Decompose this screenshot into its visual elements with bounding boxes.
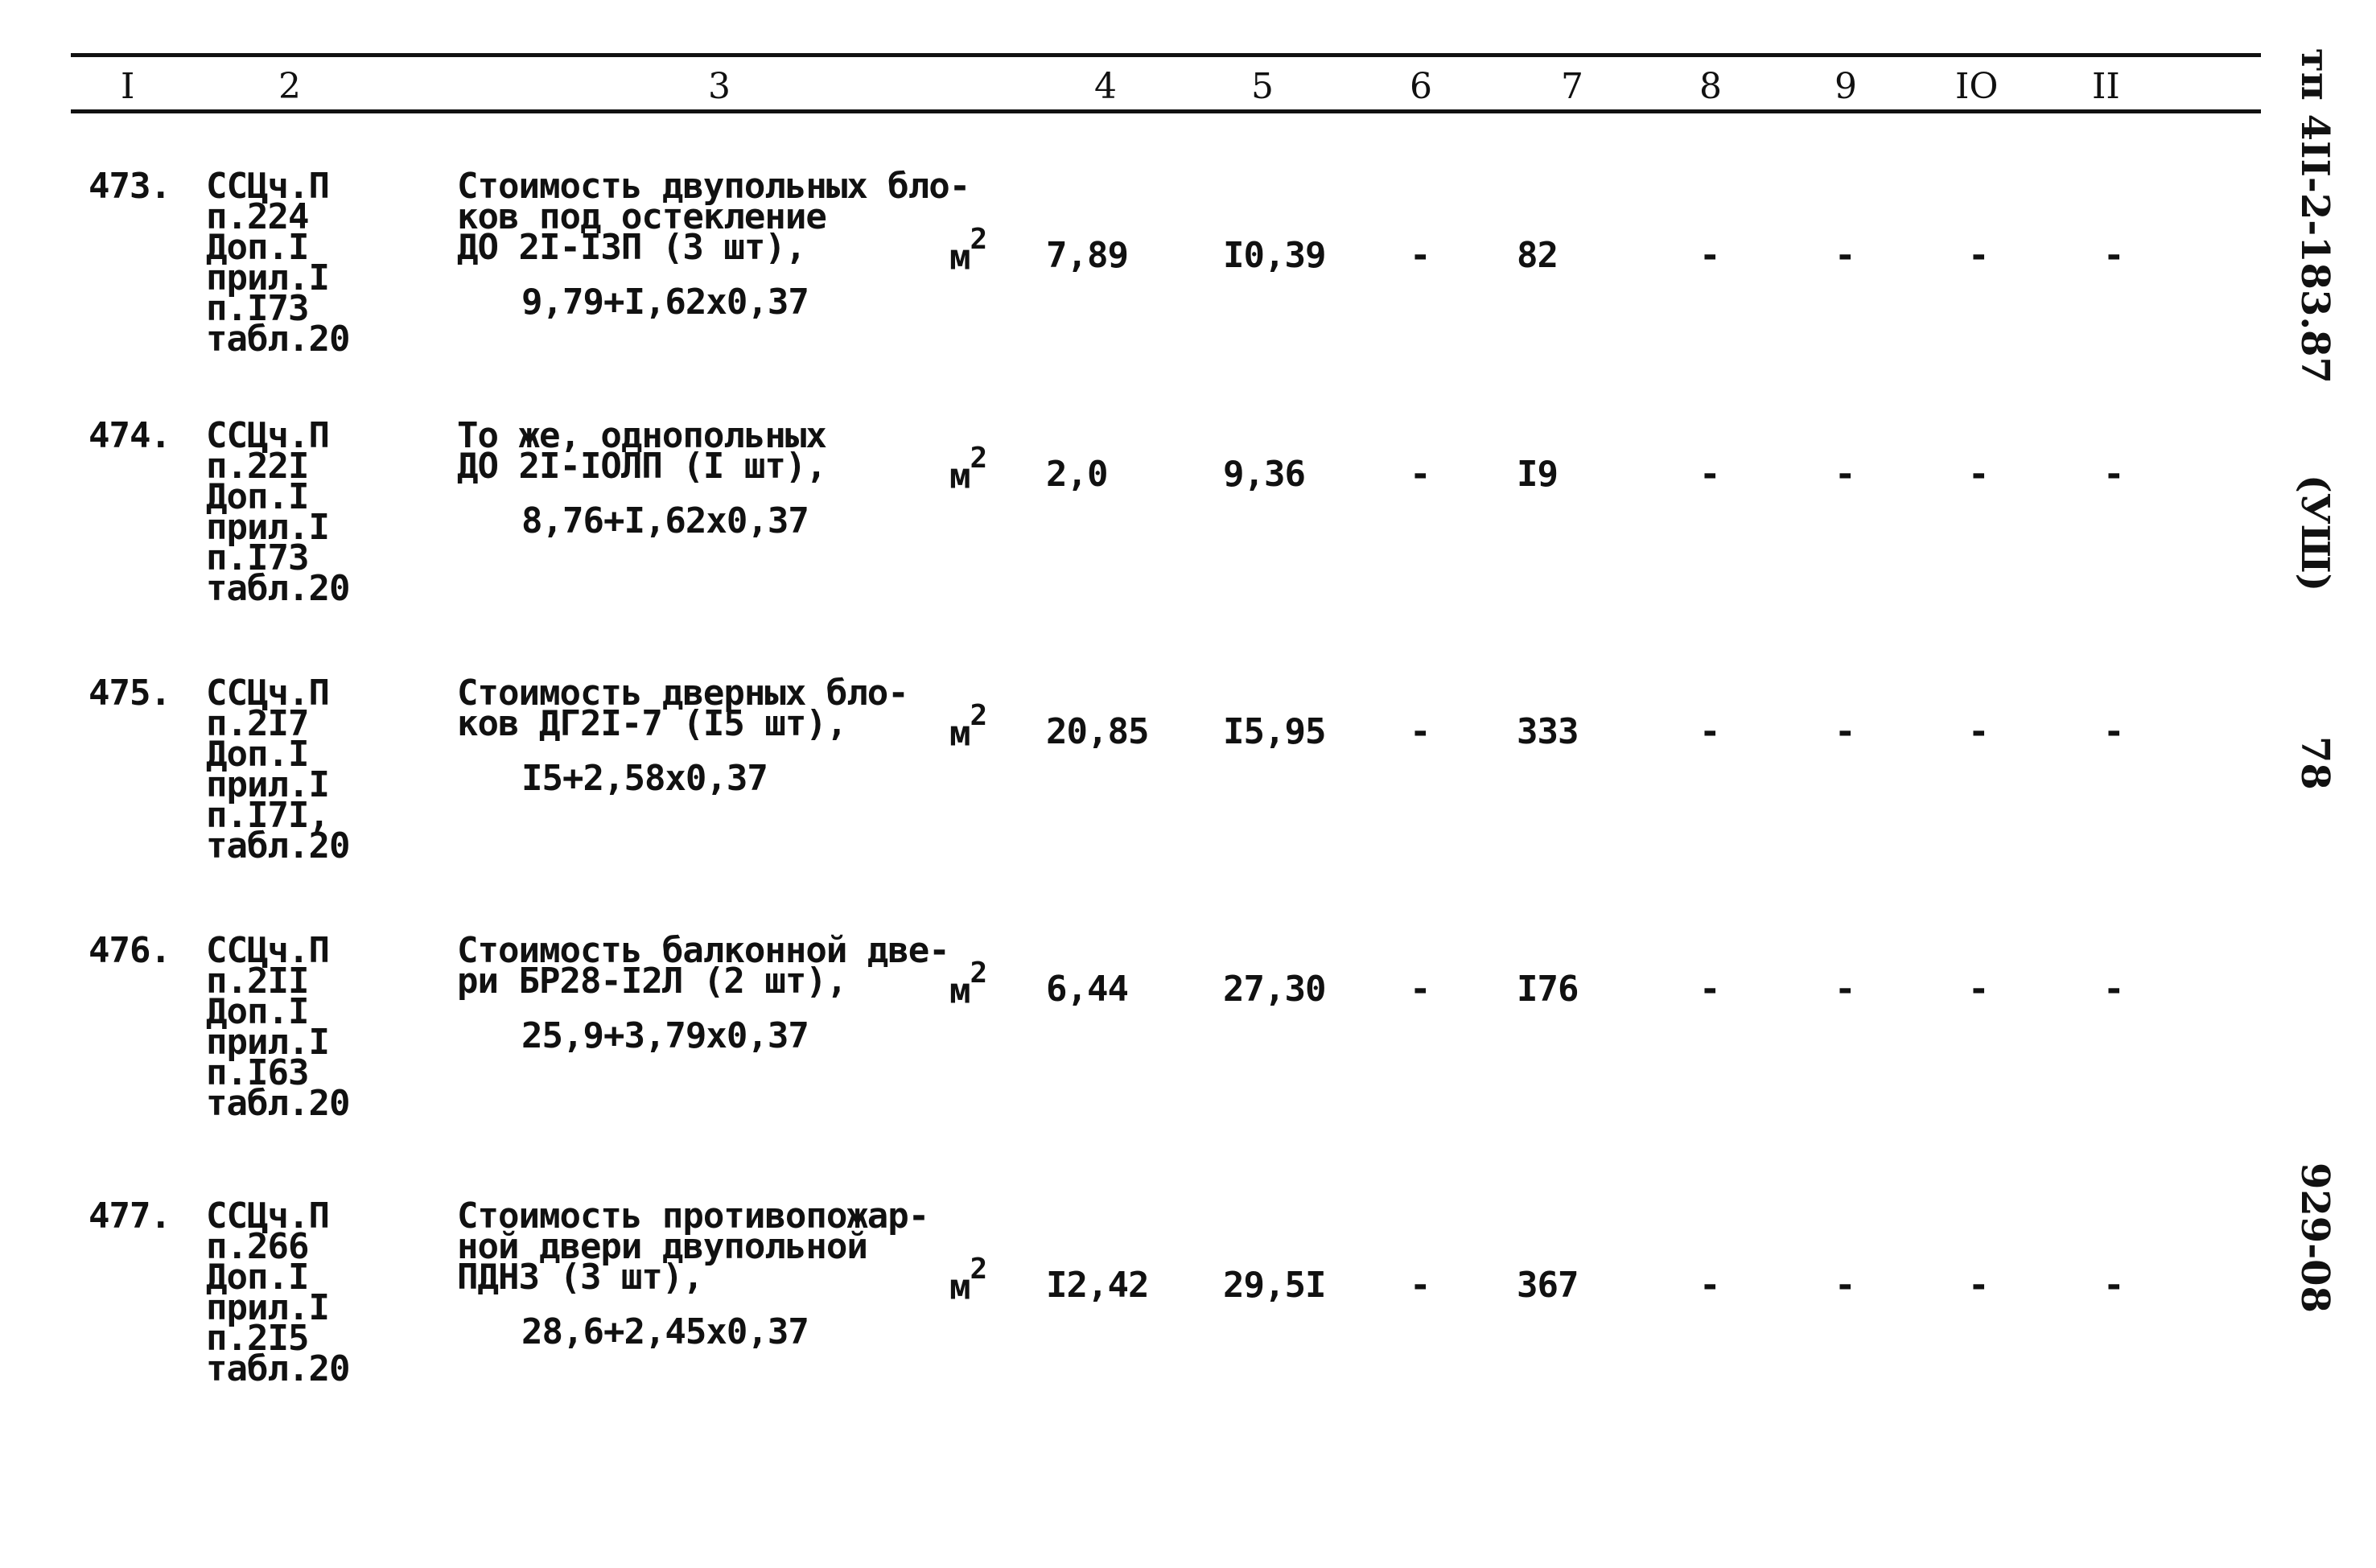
- column-header-11: II: [2092, 66, 2120, 107]
- value-col-11: -: [2103, 711, 2124, 752]
- row-number: 475.: [89, 673, 171, 714]
- row-number: 476.: [89, 930, 171, 971]
- value-col-5: 27,30: [1223, 969, 1326, 1010]
- unit-label: м2: [949, 1253, 987, 1308]
- header-rule-top: [71, 53, 2261, 57]
- unit-label: м2: [949, 223, 987, 278]
- value-col-9: -: [1835, 235, 1855, 276]
- unit-text: м: [949, 237, 970, 278]
- column-header-5: 5: [1251, 66, 1274, 107]
- value-col-9: -: [1835, 1265, 1855, 1306]
- value-col-4: 7,89: [1046, 235, 1129, 276]
- value-col-10: -: [1968, 454, 1989, 495]
- description-line: ДО 2I-IОЛП (I шт),: [457, 446, 827, 487]
- unit-label: м2: [949, 442, 987, 497]
- value-col-7: I9: [1517, 454, 1559, 495]
- value-col-11: -: [2103, 235, 2124, 276]
- price-formula: 9,79+I,62x0,37: [521, 282, 809, 323]
- reference-line: табл.20: [206, 568, 350, 609]
- value-col-4: 6,44: [1046, 969, 1129, 1010]
- reference-line: табл.20: [206, 319, 350, 360]
- unit-text: м: [949, 455, 970, 497]
- row-number: 474.: [89, 415, 171, 456]
- column-header-3: 3: [708, 66, 731, 107]
- row-number: 473.: [89, 166, 171, 207]
- value-col-6: -: [1410, 235, 1431, 276]
- value-col-6: -: [1410, 454, 1431, 495]
- unit-label: м2: [949, 957, 987, 1012]
- column-header-9: 9: [1835, 66, 1857, 107]
- value-col-11: -: [2103, 969, 2124, 1010]
- column-header-10: IO: [1955, 66, 1999, 107]
- margin-doc-code: тп 4II-2-183.87: [2292, 48, 2337, 384]
- value-col-9: -: [1835, 454, 1855, 495]
- value-col-11: -: [2103, 1265, 2124, 1306]
- value-col-8: -: [1699, 969, 1720, 1010]
- value-col-7: I76: [1517, 969, 1579, 1010]
- unit-text: м: [949, 970, 970, 1012]
- reference-line: табл.20: [206, 1083, 350, 1124]
- value-col-9: -: [1835, 711, 1855, 752]
- reference-line: табл.20: [206, 1348, 350, 1389]
- header-rule-bottom: [71, 109, 2261, 113]
- value-col-8: -: [1699, 711, 1720, 752]
- column-header-7: 7: [1561, 66, 1583, 107]
- margin-sheet-code: 929-08: [2292, 1163, 2337, 1313]
- column-header-4: 4: [1094, 66, 1117, 107]
- value-col-5: I0,39: [1223, 235, 1326, 276]
- price-formula: 25,9+3,79x0,37: [521, 1015, 809, 1056]
- value-col-4: 2,0: [1046, 454, 1108, 495]
- value-col-7: 333: [1517, 711, 1579, 752]
- column-header-1: I: [121, 66, 135, 107]
- value-col-8: -: [1699, 1265, 1720, 1306]
- unit-exponent: 2: [970, 1253, 988, 1286]
- description-line: ДО 2I-I3П (3 шт),: [457, 227, 806, 268]
- value-col-10: -: [1968, 969, 1989, 1010]
- unit-exponent: 2: [970, 957, 988, 990]
- description-line: ПДНЗ (3 шт),: [457, 1257, 704, 1298]
- margin-volume: (УШ): [2292, 475, 2337, 592]
- value-col-10: -: [1968, 1265, 1989, 1306]
- value-col-8: -: [1699, 235, 1720, 276]
- value-col-6: -: [1410, 969, 1431, 1010]
- column-header-6: 6: [1410, 66, 1432, 107]
- value-col-5: 29,5I: [1223, 1265, 1326, 1306]
- margin-page-number: 78: [2292, 736, 2337, 790]
- description-line: ков ДГ2I-7 (I5 шт),: [457, 703, 847, 744]
- value-col-6: -: [1410, 1265, 1431, 1306]
- unit-label: м2: [949, 699, 987, 755]
- value-col-4: 20,85: [1046, 711, 1149, 752]
- unit-exponent: 2: [970, 442, 988, 475]
- value-col-10: -: [1968, 711, 1989, 752]
- unit-text: м: [949, 1266, 970, 1308]
- row-number: 477.: [89, 1196, 171, 1237]
- price-formula: 28,6+2,45x0,37: [521, 1311, 809, 1352]
- reference-line: табл.20: [206, 825, 350, 866]
- value-col-5: 9,36: [1223, 454, 1306, 495]
- value-col-6: -: [1410, 711, 1431, 752]
- description-line: ри БР28-I2Л (2 шт),: [457, 961, 847, 1002]
- price-formula: 8,76+I,62x0,37: [521, 500, 809, 541]
- price-formula: I5+2,58x0,37: [521, 758, 768, 799]
- column-header-8: 8: [1699, 66, 1722, 107]
- value-col-4: I2,42: [1046, 1265, 1149, 1306]
- value-col-7: 367: [1517, 1265, 1579, 1306]
- value-col-11: -: [2103, 454, 2124, 495]
- value-col-7: 82: [1517, 235, 1559, 276]
- value-col-10: -: [1968, 235, 1989, 276]
- unit-text: м: [949, 713, 970, 755]
- unit-exponent: 2: [970, 223, 988, 256]
- value-col-8: -: [1699, 454, 1720, 495]
- value-col-9: -: [1835, 969, 1855, 1010]
- unit-exponent: 2: [970, 699, 988, 732]
- value-col-5: I5,95: [1223, 711, 1326, 752]
- column-header-2: 2: [278, 66, 301, 107]
